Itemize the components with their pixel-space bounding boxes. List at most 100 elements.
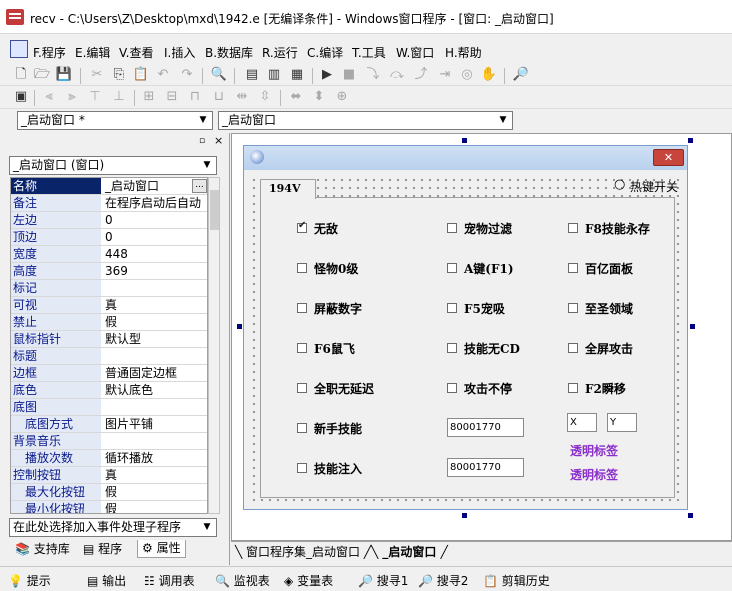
property-value[interactable]: 默认型: [103, 331, 207, 347]
property-value[interactable]: [103, 399, 207, 415]
tab-support-library[interactable]: 📚 支持库: [11, 541, 74, 559]
resize-handle[interactable]: [462, 138, 467, 143]
menu-window[interactable]: W.窗口: [396, 44, 434, 61]
save-icon[interactable]: 💾: [55, 66, 73, 84]
menu-edit[interactable]: E.编辑: [75, 44, 110, 61]
property-row[interactable]: 标记: [11, 280, 207, 297]
property-value[interactable]: [103, 348, 207, 364]
checkbox[interactable]: [447, 383, 457, 393]
new-file-icon[interactable]: 🗋: [12, 66, 30, 84]
checkbox-label[interactable]: F8技能永存: [585, 220, 650, 237]
tab-hint[interactable]: 💡 提示: [8, 572, 51, 589]
property-value[interactable]: 真: [103, 297, 207, 313]
property-row[interactable]: 底图方式 图片平铺: [11, 416, 207, 433]
checkbox[interactable]: [447, 303, 457, 313]
close-icon[interactable]: ✕: [653, 149, 684, 166]
layout-window-icon[interactable]: ▤: [243, 66, 261, 84]
property-value[interactable]: 默认底色: [103, 382, 207, 398]
property-value[interactable]: 在程序启动后自动: [103, 195, 207, 211]
align-right-icon[interactable]: ⫸: [63, 88, 81, 106]
form-window[interactable]: ✕ 194V ○ 热键开关: [243, 145, 688, 510]
chevron-down-icon[interactable]: ▼: [196, 113, 210, 128]
property-value[interactable]: 0: [103, 212, 207, 228]
space-vertical-icon[interactable]: ⇳: [256, 88, 274, 106]
tab-program[interactable]: ▤ 程序: [79, 541, 126, 559]
property-row[interactable]: 鼠标指针 默认型: [11, 331, 207, 348]
stop-icon[interactable]: ■: [340, 66, 358, 84]
checkbox-label[interactable]: 无敌: [314, 220, 338, 237]
checkbox-label[interactable]: 全职无延迟: [314, 380, 374, 397]
checkbox[interactable]: [297, 303, 307, 313]
property-value[interactable]: 真: [103, 467, 207, 483]
property-value[interactable]: 0: [103, 229, 207, 245]
checkbox-label[interactable]: 攻击不停: [464, 380, 512, 397]
property-row[interactable]: 备注 在程序启动后自动: [11, 195, 207, 212]
checkbox[interactable]: [568, 343, 578, 353]
chevron-down-icon[interactable]: ▼: [200, 520, 214, 535]
redo-icon[interactable]: ↷: [178, 66, 196, 84]
property-row[interactable]: 底色 默认底色: [11, 382, 207, 399]
align-bottom-icon[interactable]: ⊥: [110, 88, 128, 106]
run-icon[interactable]: ▶: [318, 66, 336, 84]
property-value[interactable]: 448: [103, 246, 207, 262]
property-value[interactable]: 图片平铺: [103, 416, 207, 432]
checkbox[interactable]: [568, 263, 578, 273]
tab-clip-history[interactable]: 📋 剪辑历史: [483, 572, 550, 589]
checkbox[interactable]: [297, 423, 307, 433]
checkbox[interactable]: [568, 223, 578, 233]
layout-pane-icon[interactable]: ▥: [265, 66, 283, 84]
same-width-icon[interactable]: ⊓: [186, 88, 204, 106]
event-combo[interactable]: _启动窗口 ▼: [218, 111, 513, 130]
checkbox-label[interactable]: 怪物0级: [314, 260, 358, 277]
undo-icon[interactable]: ↶: [154, 66, 172, 84]
object-combo[interactable]: _启动窗口 (窗口) ▼: [9, 156, 217, 175]
resize-handle[interactable]: [688, 513, 693, 518]
tab-watch[interactable]: 🔍 监视表: [215, 572, 270, 589]
tab-call-stack[interactable]: ☷ 调用表: [144, 572, 195, 589]
run-to-cursor-icon[interactable]: ⇥: [436, 66, 454, 84]
menu-run[interactable]: R.运行: [262, 44, 298, 61]
step-out-icon[interactable]: ⤴: [412, 66, 430, 84]
checkbox-label[interactable]: 屏蔽数字: [314, 300, 362, 317]
property-value[interactable]: [103, 433, 207, 449]
checkbox[interactable]: [447, 223, 457, 233]
checkbox-label[interactable]: 至圣领域: [585, 300, 633, 317]
tab-variables[interactable]: ◈ 变量表: [284, 572, 333, 589]
x-coordinate-field[interactable]: X: [567, 413, 597, 432]
menu-tools[interactable]: T.工具: [352, 44, 386, 61]
property-row[interactable]: 名称 _启动窗口...: [11, 178, 207, 195]
tab-startup-window[interactable]: ╲ _启动窗口 ╱: [371, 543, 448, 560]
checkbox[interactable]: [568, 383, 578, 393]
center-horizontal-icon[interactable]: ⊞: [140, 88, 158, 106]
transparent-label-1[interactable]: 透明标签: [570, 442, 618, 459]
align-top-icon[interactable]: ⊤: [86, 88, 104, 106]
tab-search-2[interactable]: 🔎 搜寻2: [418, 572, 468, 589]
property-value[interactable]: 循环播放: [103, 450, 207, 466]
property-value[interactable]: [103, 280, 207, 296]
event-handler-combo[interactable]: 在此处选择加入事件处理子程序 ▼: [9, 518, 217, 537]
property-row[interactable]: 背景音乐: [11, 433, 207, 450]
tab-properties[interactable]: ⚙ 属性: [137, 540, 186, 558]
property-row[interactable]: 底图: [11, 399, 207, 416]
property-row[interactable]: 标题: [11, 348, 207, 365]
window-combo[interactable]: _启动窗口 * ▼: [17, 111, 213, 130]
menu-compile[interactable]: C.编译: [307, 44, 343, 61]
property-row[interactable]: 宽度 448: [11, 246, 207, 263]
checkbox[interactable]: [297, 220, 307, 233]
copy-icon[interactable]: ⎘: [110, 66, 128, 84]
align-left-icon[interactable]: ⫷: [40, 88, 58, 106]
chevron-down-icon[interactable]: ▼: [496, 113, 510, 128]
menu-help[interactable]: H.帮助: [445, 44, 482, 61]
property-value[interactable]: 假: [103, 484, 207, 500]
cut-icon[interactable]: ✂: [88, 66, 106, 84]
tab-194v[interactable]: 194V: [260, 179, 316, 199]
checkbox-label[interactable]: F2瞬移: [585, 380, 626, 397]
y-coordinate-field[interactable]: Y: [607, 413, 637, 432]
resize-handle[interactable]: [462, 513, 467, 518]
checkbox[interactable]: [447, 343, 457, 353]
ellipsis-button[interactable]: ...: [192, 179, 207, 193]
property-row[interactable]: 左边 0: [11, 212, 207, 229]
tab-assembly-code[interactable]: ╲ 窗口程序集_启动窗口 ╱: [235, 543, 371, 560]
center-in-form-v-icon[interactable]: ⬍: [310, 88, 328, 106]
property-value[interactable]: 369: [103, 263, 207, 279]
